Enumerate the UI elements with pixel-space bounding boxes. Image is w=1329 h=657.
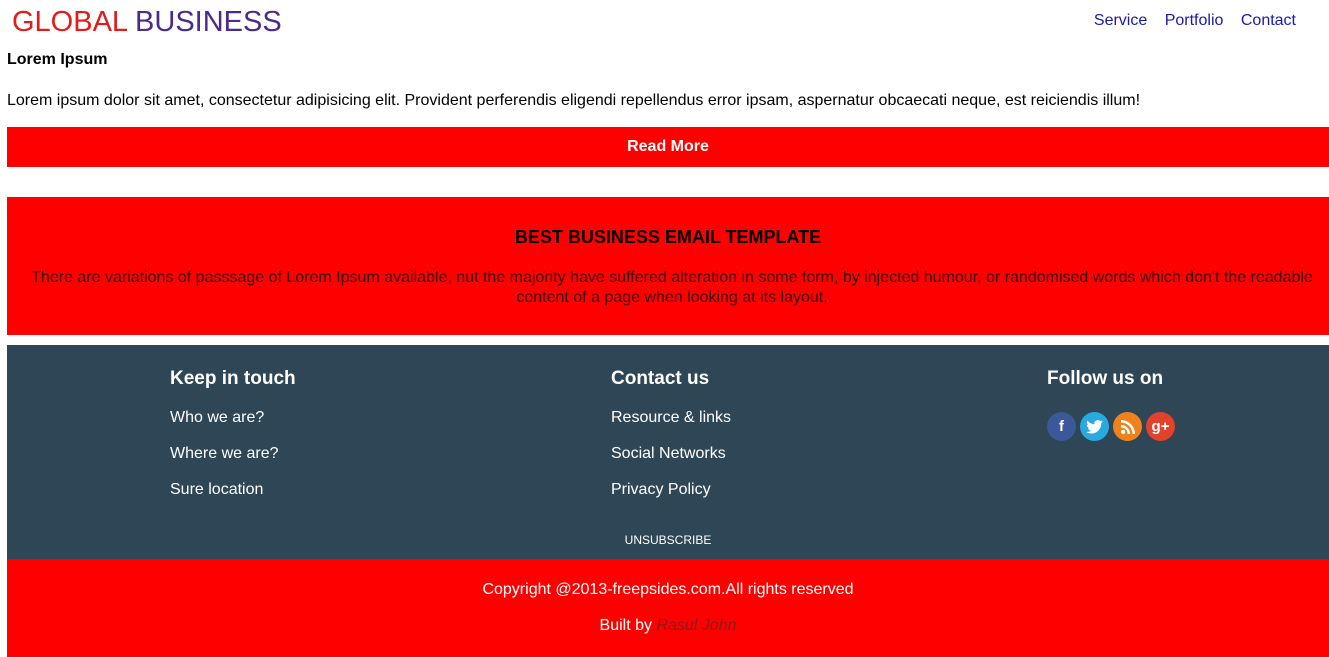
unsubscribe-link[interactable]: UNSUBSCRIBE bbox=[7, 533, 1329, 547]
read-more-button[interactable]: Read More bbox=[7, 127, 1329, 167]
built-by-label: Built by bbox=[599, 617, 652, 634]
nav-contact-link[interactable]: Contact bbox=[1241, 12, 1296, 29]
banner-title: BEST BUSINESS EMAIL TEMPLATE bbox=[514, 227, 822, 247]
footer-link-privacy-policy[interactable]: Privacy Policy bbox=[611, 480, 731, 516]
footer: Keep in touch Who we are? Where we are? … bbox=[7, 345, 1329, 559]
social-icons: f g+ bbox=[1047, 412, 1175, 441]
copyright-bar: Copyright @2013-freepsides.com.All right… bbox=[7, 559, 1329, 657]
logo-word-global: GLOBAL bbox=[12, 6, 127, 38]
footer-col-title: Keep in touch bbox=[170, 368, 296, 389]
footer-keep-in-touch: Keep in touch Who we are? Where we are? … bbox=[170, 367, 296, 516]
logo[interactable]: GLOBAL BUSINESS bbox=[12, 4, 282, 40]
intro-text: Lorem ipsum dolor sit amet, consectetur … bbox=[7, 92, 1141, 109]
copyright-text: Copyright @2013-freepsides.com.All right… bbox=[482, 581, 854, 598]
nav-portfolio-link[interactable]: Portfolio bbox=[1165, 12, 1224, 29]
built-by-line: Built by Rasul John bbox=[7, 616, 1329, 636]
footer-follow-us: Follow us on f g+ bbox=[1047, 367, 1175, 441]
footer-link-where-we-are[interactable]: Where we are? bbox=[170, 444, 296, 480]
footer-col-title: Contact us bbox=[611, 368, 710, 389]
header: GLOBAL BUSINESS Service Portfolio Contac… bbox=[0, 0, 1329, 44]
footer-link-social-networks[interactable]: Social Networks bbox=[611, 444, 731, 480]
footer-link-resources[interactable]: Resource & links bbox=[611, 408, 731, 444]
footer-contact-us: Contact us Resource & links Social Netwo… bbox=[611, 367, 731, 516]
top-nav: Service Portfolio Contact bbox=[1081, 11, 1296, 31]
author-link[interactable]: Rasul John bbox=[656, 617, 736, 634]
banner-text: There are variations of passsage of Lore… bbox=[31, 269, 1313, 306]
footer-link-sure-location[interactable]: Sure location bbox=[170, 480, 296, 516]
nav-service-link[interactable]: Service bbox=[1094, 12, 1147, 29]
google-plus-icon[interactable]: g+ bbox=[1146, 412, 1175, 441]
footer-col-title: Follow us on bbox=[1047, 368, 1164, 389]
rss-icon[interactable] bbox=[1113, 412, 1142, 441]
facebook-icon[interactable]: f bbox=[1047, 412, 1076, 441]
intro-title: Lorem Ipsum bbox=[7, 51, 108, 68]
banner: BEST BUSINESS EMAIL TEMPLATE There are v… bbox=[7, 197, 1329, 335]
footer-link-who-we-are[interactable]: Who we are? bbox=[170, 408, 296, 444]
twitter-icon[interactable] bbox=[1080, 412, 1109, 441]
logo-word-business: BUSINESS bbox=[135, 6, 282, 38]
